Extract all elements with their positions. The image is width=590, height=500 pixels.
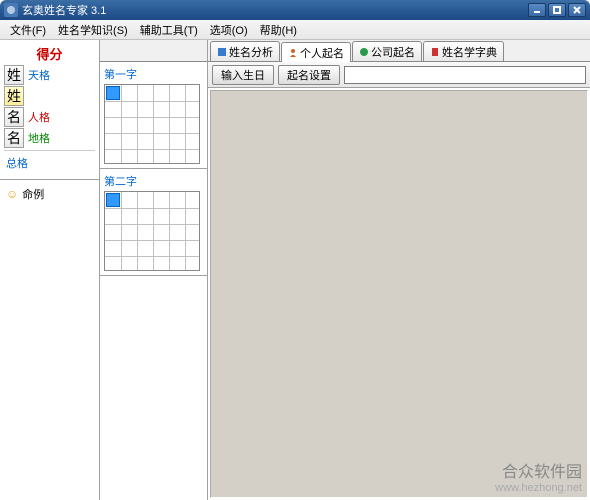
second-char-label: 第二字: [104, 173, 203, 189]
content-area: 得分 姓 天格 姓 名 人格 名 地格 总格 ☺ 命例: [0, 40, 590, 500]
second-char-box: 第二字: [100, 169, 207, 276]
tab-dictionary-label: 姓名学字典: [442, 44, 497, 60]
left-panel: 得分 姓 天格 姓 名 人格 名 地格 总格 ☺ 命例: [0, 40, 100, 500]
tab-company[interactable]: 公司起名: [352, 41, 422, 61]
menu-knowledge[interactable]: 姓名学知识(S): [52, 20, 134, 40]
window-title: 玄奥姓名专家 3.1: [22, 2, 528, 18]
second-char-grid[interactable]: [104, 191, 200, 271]
tree-item-label: 命例: [22, 186, 44, 202]
first-char-grid[interactable]: [104, 84, 200, 164]
menu-options[interactable]: 选项(O): [204, 20, 254, 40]
smiley-icon: ☺: [6, 187, 18, 201]
main-panel: 姓名分析 个人起名 公司起名 姓名学字典 输入生日 起名设置: [208, 40, 590, 500]
dige-label: 地格: [28, 130, 50, 146]
app-icon: [4, 3, 18, 17]
first-char-label: 第一字: [104, 66, 203, 82]
menu-help[interactable]: 帮助(H): [254, 20, 303, 40]
close-button[interactable]: [568, 3, 586, 17]
score-row-3: 名 地格: [4, 128, 95, 148]
main-body: [210, 90, 588, 498]
tab-analysis[interactable]: 姓名分析: [210, 41, 280, 61]
tab-dictionary[interactable]: 姓名学字典: [423, 41, 504, 61]
score-header: 得分: [4, 44, 95, 63]
score-row-1: 姓: [4, 86, 95, 106]
first-char-box: 第一字: [100, 62, 207, 169]
score-row-2: 名 人格: [4, 107, 95, 127]
tiange-label: 天格: [28, 67, 50, 83]
mid-filler: [100, 276, 207, 500]
given-char-1[interactable]: 名: [4, 107, 24, 127]
input-birthday-button[interactable]: 输入生日: [212, 65, 274, 85]
given-char-2[interactable]: 名: [4, 128, 24, 148]
surname-char-1[interactable]: 姓: [4, 65, 24, 85]
person-icon: [288, 48, 298, 58]
mid-tabs-strip: [100, 40, 207, 62]
tab-personal[interactable]: 个人起名: [281, 42, 351, 62]
tab-company-label: 公司起名: [371, 44, 415, 60]
score-row-0: 姓 天格: [4, 65, 95, 85]
mid-panel: 第一字 第二字: [100, 40, 208, 500]
second-char-selected-cell: [106, 193, 120, 207]
tab-personal-label: 个人起名: [300, 45, 344, 61]
window-titlebar: 玄奥姓名专家 3.1: [0, 0, 590, 20]
tree-item-mingli[interactable]: ☺ 命例: [4, 184, 95, 204]
minimize-button[interactable]: [528, 3, 546, 17]
search-input[interactable]: [344, 66, 586, 84]
surname-char-2[interactable]: 姓: [4, 86, 24, 106]
main-tabs: 姓名分析 个人起名 公司起名 姓名学字典: [208, 40, 590, 62]
zongge-label: 总格: [4, 150, 95, 175]
first-char-selected-cell: [106, 86, 120, 100]
menu-file[interactable]: 文件(F): [4, 20, 52, 40]
menu-tools[interactable]: 辅助工具(T): [134, 20, 204, 40]
score-section: 得分 姓 天格 姓 名 人格 名 地格 总格: [0, 40, 99, 179]
maximize-button[interactable]: [548, 3, 566, 17]
tree-section: ☺ 命例: [0, 179, 99, 500]
tab-analysis-label: 姓名分析: [229, 44, 273, 60]
main-toolbar: 输入生日 起名设置: [208, 62, 590, 88]
naming-settings-button[interactable]: 起名设置: [278, 65, 340, 85]
menubar: 文件(F) 姓名学知识(S) 辅助工具(T) 选项(O) 帮助(H): [0, 20, 590, 40]
renge-label: 人格: [28, 109, 50, 125]
analysis-icon: [217, 47, 227, 57]
window-controls: [528, 3, 586, 17]
book-icon: [430, 47, 440, 57]
globe-icon: [359, 47, 369, 57]
